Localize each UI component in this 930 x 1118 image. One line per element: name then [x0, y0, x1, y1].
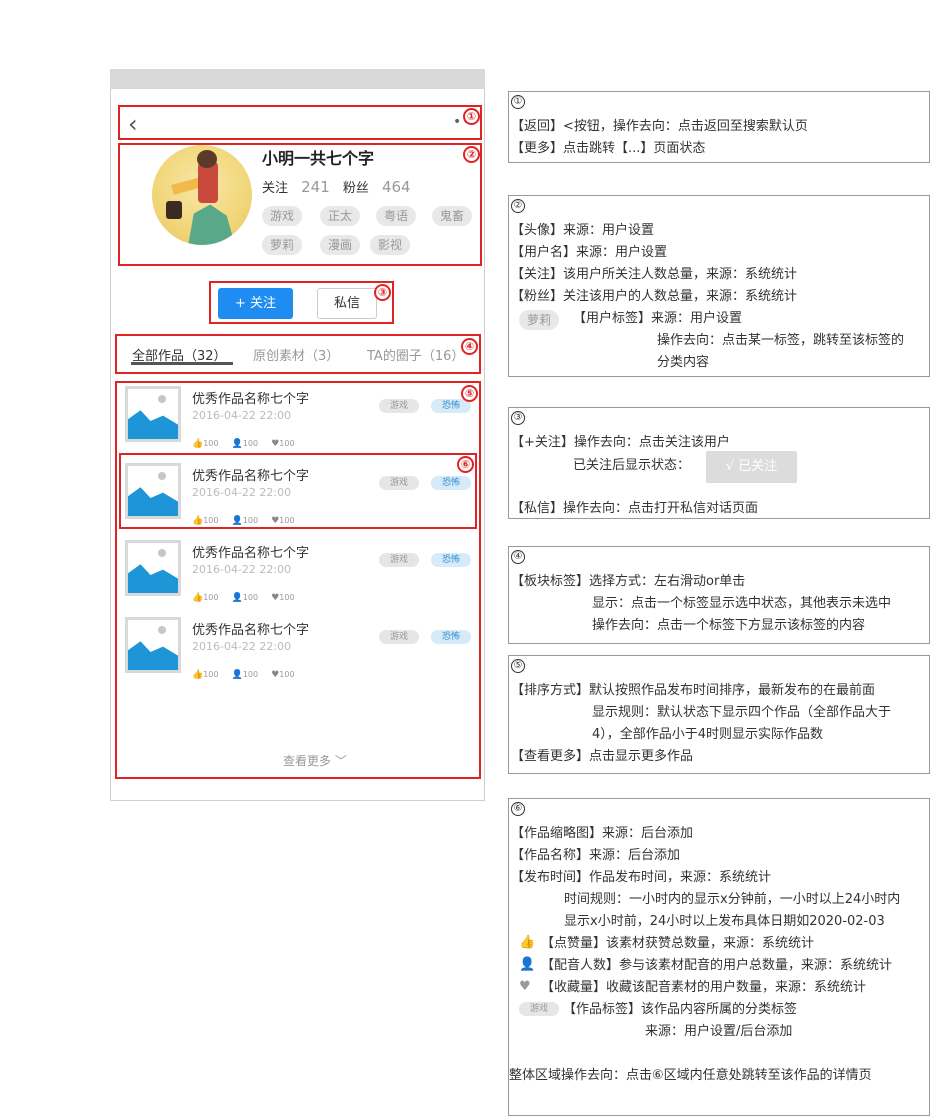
note-panel-3: ③ 【+关注】操作去向：点击关注该用户 已关注后显示状态： √ 已关注 【私信】…	[508, 407, 930, 519]
followed-state-button: √ 已关注	[706, 451, 797, 483]
note-line: 【点赞量】该素材获赞总数量，来源：系统统计	[541, 936, 815, 951]
note-marker: ③	[511, 411, 525, 425]
note-line: 【头像】来源：用户设置	[511, 223, 655, 238]
note-line: 【粉丝】关注该用户的人数总量，来源：系统统计	[511, 289, 798, 304]
note-marker: ①	[511, 95, 525, 109]
annotation-box-1	[118, 105, 482, 140]
note-line: 【板块标签】选择方式：左右滑动or单击	[511, 574, 746, 589]
note-line: 【更多】点击跳转【...】页面状态	[511, 141, 706, 156]
annotation-box-4	[115, 334, 481, 374]
note-line: 【返回】<按钮，操作去向：点击返回至搜索默认页	[511, 119, 808, 134]
note-footer: 整体区域操作去向：点击⑥区域内任意处跳转至该作品的详情页	[509, 1068, 872, 1083]
marker-1: ①	[463, 108, 480, 125]
marker-5: ⑤	[461, 385, 478, 402]
note-line: 【作品标签】该作品内容所属的分类标签	[563, 1002, 798, 1017]
note-marker: ④	[511, 550, 525, 564]
note-marker: ⑥	[511, 802, 525, 816]
note-panel-4: ④ 【板块标签】选择方式：左右滑动or单击 显示：点击一个标签显示选中状态，其他…	[508, 546, 930, 644]
person-icon: 👤	[519, 957, 536, 972]
marker-2: ②	[463, 146, 480, 163]
thumbs-up-icon: 👍	[519, 935, 536, 950]
note-line: 【查看更多】点击显示更多作品	[511, 749, 694, 764]
note-panel-5: ⑤ 【排序方式】默认按照作品发布时间排序，最新发布的在最前面 显示规则：默认状态…	[508, 655, 930, 774]
note-line: 【作品缩略图】来源：后台添加	[511, 826, 694, 841]
note-panel-1: ① 【返回】<按钮，操作去向：点击返回至搜索默认页 【更多】点击跳转【...】页…	[508, 91, 930, 163]
note-line: 操作去向：点击一个标签下方显示该标签的内容	[592, 618, 866, 633]
note-line: 【排序方式】默认按照作品发布时间排序，最新发布的在最前面	[511, 683, 876, 698]
note-panel-2: ② 【头像】来源：用户设置 【用户名】来源：用户设置 【关注】该用户所关注人数总…	[508, 195, 930, 377]
marker-4: ④	[461, 338, 478, 355]
note-marker: ⑤	[511, 659, 525, 673]
note-line: 显示：点击一个标签显示选中状态，其他表示未选中	[592, 596, 892, 611]
note-line: 【作品名称】来源：后台添加	[511, 848, 681, 863]
note-line: 【发布时间】作品发布时间，来源：系统统计	[511, 870, 772, 885]
note-line: 显示x小时前，24小时以上发布具体日期如2020-02-03	[564, 914, 885, 929]
note-line: 时间规则：一小时内的显示x分钟前，一小时以上24小时内	[564, 892, 901, 907]
note-line: 【+关注】操作去向：点击关注该用户	[511, 435, 730, 450]
note-line: 操作去向：点击某一标签，跳转至该标签的	[657, 333, 905, 348]
note-line: 来源：用户设置/后台添加	[645, 1024, 793, 1039]
note-line: 显示规则：默认状态下显示四个作品（全部作品大于	[592, 705, 892, 720]
note-marker: ②	[511, 199, 525, 213]
note-line: 【关注】该用户所关注人数总量，来源：系统统计	[511, 267, 798, 282]
note-line: 【用户标签】来源：用户设置	[573, 311, 743, 326]
marker-6: ⑥	[457, 456, 474, 473]
annotation-box-3	[209, 281, 394, 324]
note-line: 分类内容	[657, 355, 710, 370]
status-bar	[110, 69, 485, 89]
annotation-box-6	[119, 453, 477, 529]
sample-work-tag: 游戏	[519, 1002, 559, 1016]
note-line: 【用户名】来源：用户设置	[511, 245, 668, 260]
annotation-box-2	[118, 143, 482, 266]
note-panel-6: ⑥ 【作品缩略图】来源：后台添加 【作品名称】来源：后台添加 【发布时间】作品发…	[508, 798, 930, 1116]
note-line: 【私信】操作去向：点击打开私信对话页面	[511, 501, 759, 516]
note-line: 【配音人数】参与该素材配音的用户总数量，来源：系统统计	[541, 958, 893, 973]
marker-3: ③	[374, 284, 391, 301]
note-line: 4），全部作品小于4时则显示实际作品数	[592, 727, 824, 742]
note-line: 【收藏量】收藏该配音素材的用户数量，来源：系统统计	[541, 980, 867, 995]
heart-icon: ♥	[519, 979, 531, 994]
sample-user-tag: 萝莉	[519, 310, 560, 330]
annotation-box-5	[115, 381, 481, 779]
note-line: 已关注后显示状态：	[573, 458, 691, 473]
